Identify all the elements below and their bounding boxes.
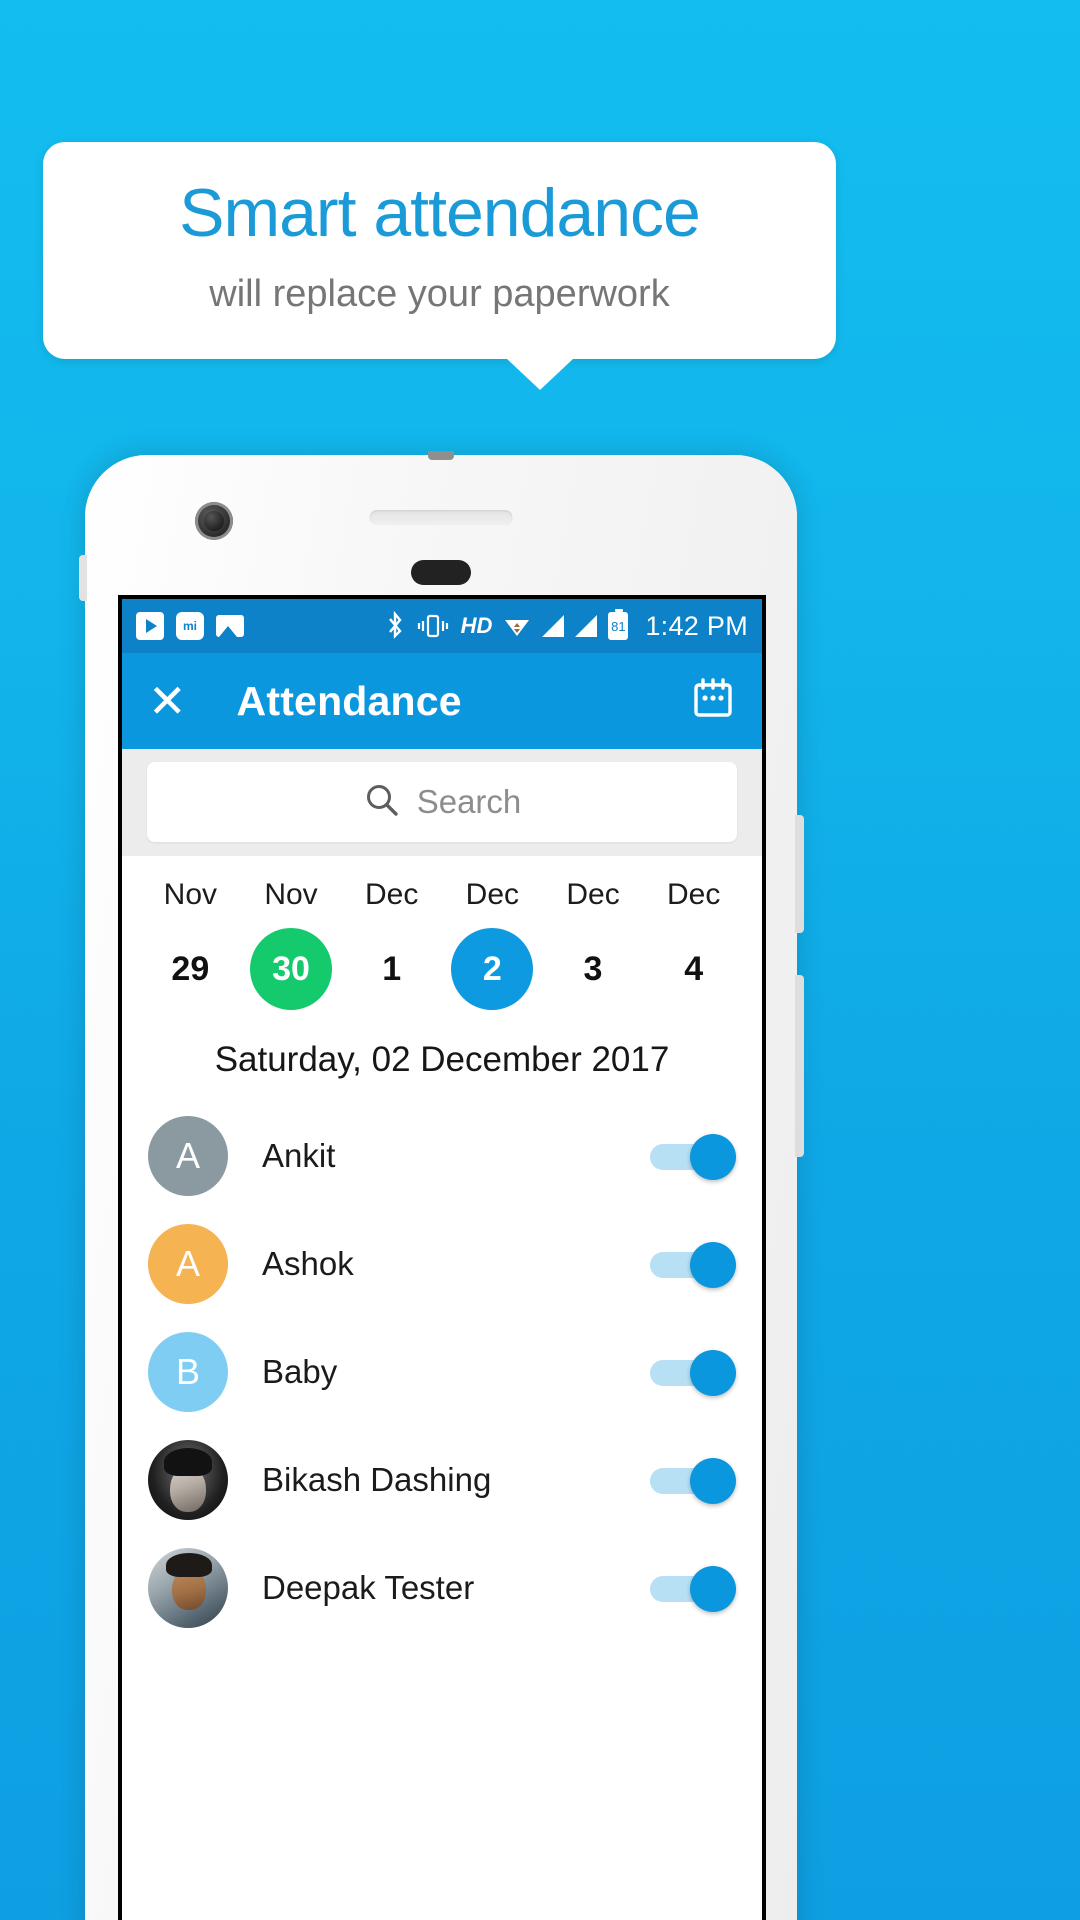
phone-power-button	[795, 815, 804, 933]
bluetooth-icon	[385, 611, 405, 641]
date-cell[interactable]: Dec 4	[643, 878, 744, 1010]
table-row[interactable]: B Baby	[122, 1318, 762, 1426]
toggle-knob	[690, 1458, 736, 1504]
date-cell[interactable]: Nov 30	[241, 878, 342, 1010]
earpiece-speaker	[369, 510, 513, 525]
attendance-toggle[interactable]	[650, 1350, 736, 1396]
attendance-list: A Ankit A Ashok B Baby Bikash Dashing De…	[122, 1102, 762, 1642]
attendance-toggle[interactable]	[650, 1134, 736, 1180]
top-sensor	[428, 451, 454, 460]
signal-icon	[542, 615, 565, 637]
person-name: Deepak Tester	[262, 1569, 475, 1606]
search-input[interactable]: Search	[147, 762, 737, 842]
date-month: Dec	[667, 878, 721, 911]
phone-screen: mi HD 81 1:42 PM ✕ Attendance Search Nov…	[118, 595, 766, 1920]
signal-icon	[575, 615, 598, 637]
date-month: Nov	[163, 878, 218, 911]
person-name: Ashok	[262, 1245, 354, 1282]
table-row[interactable]: A Ashok	[122, 1210, 762, 1318]
date-month: Dec	[465, 878, 520, 911]
date-day: 29	[171, 949, 210, 988]
date-month: Dec	[365, 878, 419, 911]
avatar: B	[148, 1332, 228, 1412]
date-cell[interactable]: Dec 3	[543, 878, 644, 1010]
date-cell[interactable]: Dec 1	[341, 878, 442, 1010]
vibrate-icon	[416, 613, 450, 639]
date-month: Dec	[566, 878, 620, 911]
phone-mockup: mi HD 81 1:42 PM ✕ Attendance Search Nov…	[79, 451, 804, 1920]
date-day-today: 30	[250, 928, 332, 1010]
avatar: A	[148, 1224, 228, 1304]
search-icon	[363, 781, 401, 824]
date-cell[interactable]: Nov 29	[140, 878, 241, 1010]
search-placeholder: Search	[416, 783, 522, 820]
mi-recorder-icon: mi	[176, 612, 204, 640]
calendar-icon[interactable]	[690, 676, 736, 727]
app-toolbar: ✕ Attendance	[122, 653, 762, 749]
phone-volume-button	[795, 975, 804, 1157]
avatar-photo	[148, 1440, 228, 1520]
front-camera-icon	[195, 502, 233, 540]
selected-date-heading: Saturday, 02 December 2017	[122, 1016, 762, 1102]
toggle-knob	[690, 1134, 736, 1180]
gallery-image-icon	[216, 615, 244, 637]
toggle-knob	[690, 1242, 736, 1288]
attendance-toggle[interactable]	[650, 1566, 736, 1612]
date-day: 3	[583, 949, 603, 988]
date-day: 4	[684, 949, 704, 988]
status-bar-left: mi	[136, 612, 244, 640]
date-cell[interactable]: Dec 2	[442, 878, 543, 1010]
avatar-photo	[148, 1548, 228, 1628]
date-month: Nov	[264, 878, 318, 911]
table-row[interactable]: Deepak Tester	[122, 1534, 762, 1642]
date-day-selected: 2	[451, 928, 534, 1010]
person-name: Baby	[262, 1353, 338, 1390]
person-name: Ankit	[262, 1137, 336, 1174]
status-bar-right: HD 81 1:42 PM	[385, 609, 748, 642]
status-bar: mi HD 81 1:42 PM	[122, 599, 762, 653]
home-button[interactable]	[411, 560, 471, 585]
table-row[interactable]: Bikash Dashing	[122, 1426, 762, 1534]
table-row[interactable]: A Ankit	[122, 1102, 762, 1210]
phone-left-button	[79, 555, 87, 601]
toggle-knob	[690, 1350, 736, 1396]
battery-icon: 81	[608, 609, 629, 640]
promo-title: Smart attendance	[179, 175, 701, 251]
attendance-toggle[interactable]	[650, 1242, 736, 1288]
callout-tail	[506, 358, 574, 390]
hd-icon: HD	[460, 613, 493, 638]
page-title: Attendance	[236, 677, 462, 724]
wifi-icon	[503, 614, 531, 638]
date-strip: Nov 29 Nov 30 Dec 1 Dec 2 Dec 3 Dec 4	[122, 856, 762, 1016]
status-bar-clock: 1:42 PM	[645, 610, 748, 641]
close-icon[interactable]: ✕	[148, 678, 187, 724]
avatar: A	[148, 1116, 228, 1196]
attendance-toggle[interactable]	[650, 1458, 736, 1504]
search-area: Search	[122, 749, 762, 856]
toggle-knob	[690, 1566, 736, 1612]
promo-callout: Smart attendance will replace your paper…	[43, 142, 836, 359]
person-name: Bikash Dashing	[262, 1461, 492, 1498]
promo-subtitle: will replace your paperwork	[209, 273, 670, 315]
youtube-play-icon	[136, 612, 164, 640]
date-day: 1	[382, 949, 402, 988]
